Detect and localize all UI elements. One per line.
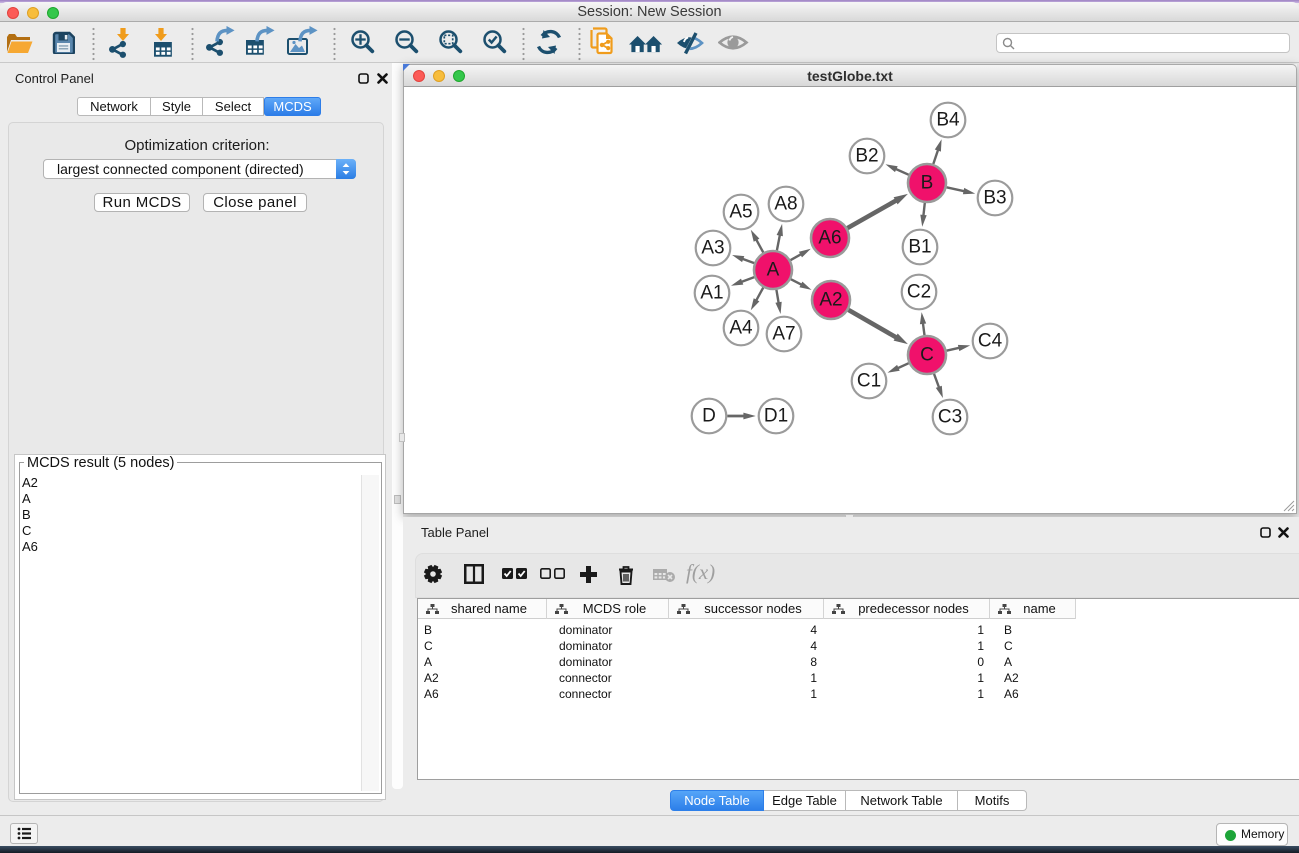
svg-text:C1: C1 [857, 371, 881, 392]
svg-text:B4: B4 [936, 110, 960, 131]
svg-text:A4: A4 [729, 318, 753, 339]
svg-text:C4: C4 [978, 331, 1003, 352]
svg-text:C: C [920, 345, 934, 366]
svg-text:D: D [702, 406, 716, 427]
svg-text:A6: A6 [818, 228, 841, 249]
svg-text:B: B [921, 173, 934, 194]
svg-text:C3: C3 [938, 407, 962, 428]
svg-text:A2: A2 [819, 290, 842, 311]
svg-text:A7: A7 [772, 324, 795, 345]
svg-text:A3: A3 [701, 238, 724, 259]
svg-text:B2: B2 [855, 146, 878, 167]
svg-text:D1: D1 [764, 406, 788, 427]
svg-text:A: A [767, 260, 780, 281]
svg-text:A8: A8 [774, 194, 797, 215]
svg-text:A1: A1 [700, 283, 723, 304]
svg-text:C2: C2 [907, 282, 931, 303]
svg-text:B3: B3 [983, 188, 1006, 209]
svg-text:B1: B1 [908, 237, 931, 258]
svg-text:A5: A5 [729, 202, 752, 223]
